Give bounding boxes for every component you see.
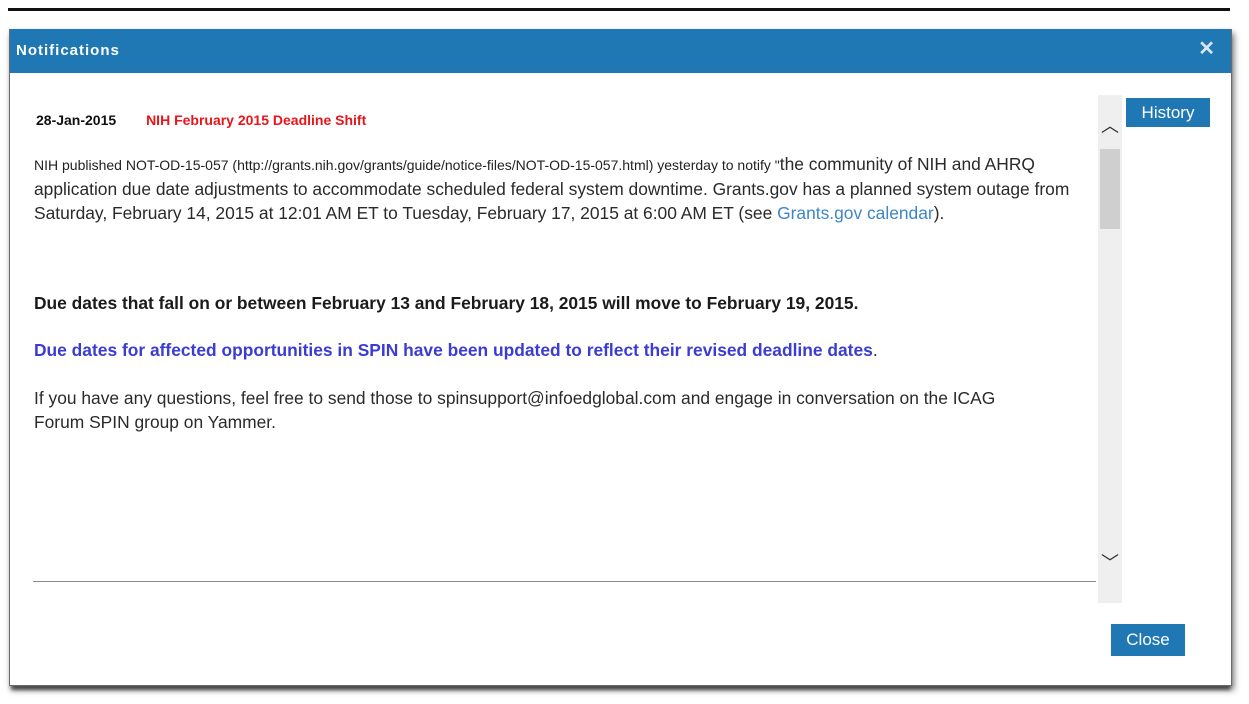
notifications-dialog: Notifications ✕ 28-Jan-2015 NIH February… [9, 29, 1232, 686]
notification-header: 28-Jan-2015 NIH February 2015 Deadline S… [36, 112, 366, 128]
notice-reference-text: NIH published NOT-OD-15-057 (http://gran… [34, 157, 780, 173]
scroll-down-icon[interactable]: ﹀ [1098, 552, 1122, 574]
spin-update-statement: Due dates for affected opportunities in … [34, 340, 1092, 361]
notification-title: NIH February 2015 Deadline Shift [146, 112, 367, 128]
grants-gov-calendar-link[interactable]: Grants.gov calendar [777, 203, 934, 223]
top-divider [8, 8, 1230, 11]
scroll-up-icon[interactable]: ︿ [1098, 115, 1122, 137]
scrollbar-thumb[interactable] [1100, 149, 1120, 229]
history-button[interactable]: History [1126, 98, 1210, 127]
content-divider [33, 581, 1096, 582]
close-icon[interactable]: ✕ [1198, 39, 1215, 59]
spin-update-highlight: Due dates for affected opportunities in … [34, 340, 873, 360]
notification-body-paragraph-1: NIH published NOT-OD-15-057 (http://gran… [34, 152, 1074, 225]
dialog-titlebar: Notifications ✕ [10, 29, 1231, 73]
due-dates-statement: Due dates that fall on or between Februa… [34, 293, 859, 313]
notification-date: 28-Jan-2015 [36, 112, 117, 128]
notification-content: 28-Jan-2015 NIH February 2015 Deadline S… [32, 89, 1092, 574]
spin-update-period: . [872, 340, 878, 360]
close-button[interactable]: Close [1111, 624, 1185, 656]
paragraph-end-text: ). [933, 203, 945, 223]
content-scrollbar[interactable]: ︿ ﹀ [1098, 95, 1122, 603]
contact-paragraph: If you have any questions, feel free to … [34, 388, 996, 432]
dialog-title: Notifications [16, 42, 120, 59]
